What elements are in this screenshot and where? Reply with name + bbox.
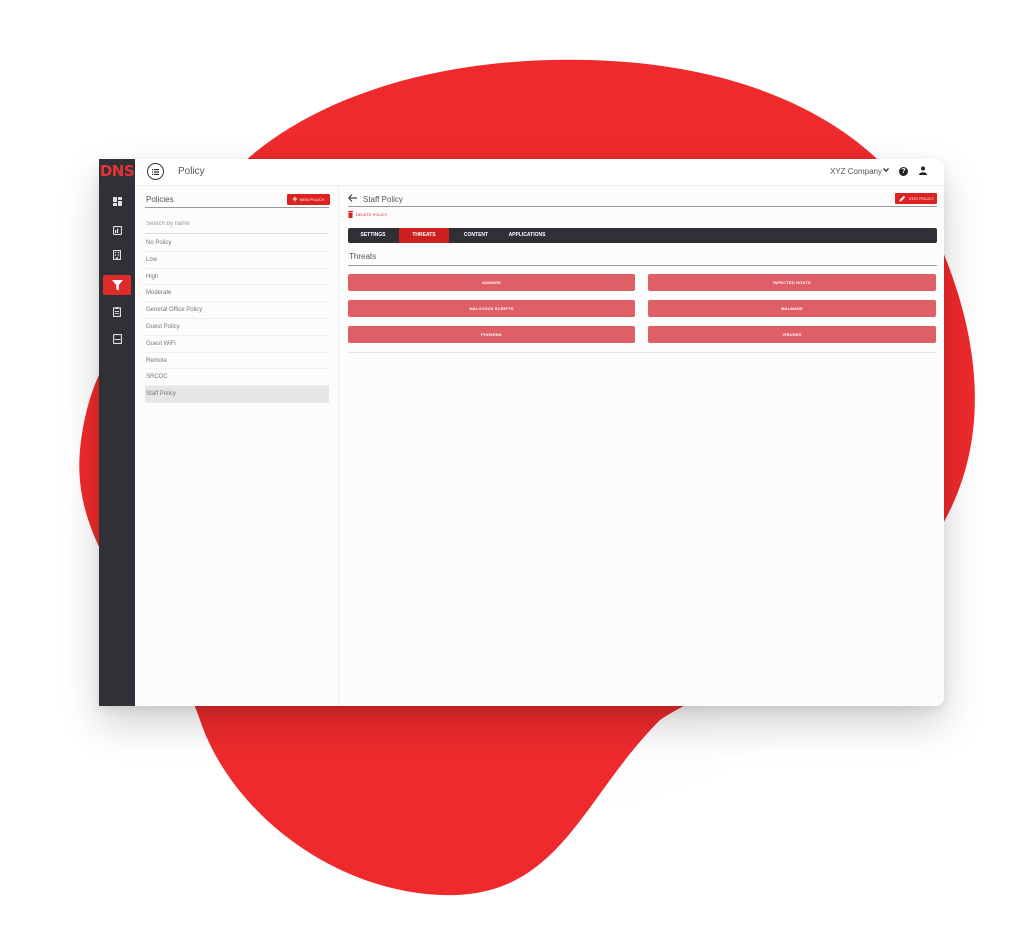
trash-icon [348,210,353,218]
page-title: Policy [178,166,205,177]
top-bar: Policy XYZ Company ? [135,159,944,186]
clipboard-icon[interactable] [103,302,131,322]
tab-bar: SETTINGS THREATS CONTENT APPLICATIONS [348,228,937,243]
policy-item[interactable]: SRCOC [145,369,329,387]
list-icon [152,168,159,175]
app-logo: DNS [99,162,135,180]
delete-policy-label: DELETE POLICY [356,211,388,217]
pencil-icon [899,195,906,202]
help-icon[interactable]: ? [899,167,908,176]
threat-adware-button[interactable]: ADWARE [348,274,635,291]
policy-item-selected[interactable]: Staff Policy [145,386,329,403]
threat-viruses-button[interactable]: VIRUSES [648,326,936,343]
divider [348,352,937,353]
policies-panel: Policies +NEW POLICY No Policy Low High … [135,186,339,706]
new-policy-button[interactable]: + NEW POLICY [287,194,330,205]
sidebar-rail: DNS [99,159,135,706]
back-arrow-icon[interactable] [348,194,357,202]
policies-title: Policies [146,195,174,204]
company-selector[interactable]: XYZ Company [830,167,882,176]
tab-content[interactable]: CONTENT [456,228,496,243]
filter-icon[interactable] [103,275,131,295]
policy-item[interactable]: Guest Policy [145,319,329,336]
edit-policy-label: EDIT POLICY [909,196,934,201]
policy-item[interactable]: General Office Policy [145,302,329,319]
delete-policy-button[interactable]: DELETE POLICY [348,210,387,218]
section-title: Threats [349,252,377,261]
detail-title: Staff Policy [363,195,403,204]
threat-infected-hosts-button[interactable]: INFECTED HOSTS [648,274,936,291]
server-icon[interactable] [103,329,131,349]
divider [145,207,329,208]
search-input[interactable] [146,218,330,230]
building-icon[interactable] [103,245,131,265]
threat-malicious-scripts-button[interactable]: MALICIOUS SCRIPTS [348,300,635,317]
reports-icon[interactable] [103,220,131,240]
policy-item[interactable]: Moderate [145,285,329,303]
new-policy-label: NEW POLICY [299,197,325,202]
policy-detail: Staff Policy EDIT POLICY DELETE POLICY S… [339,186,944,706]
dashboard-icon[interactable] [103,191,131,211]
menu-button[interactable] [147,163,164,180]
tab-threats[interactable]: THREATS [399,228,449,243]
app-window: DNS Policy XYZ Company ? Policies + NEW … [99,159,944,706]
edit-policy-button[interactable]: EDIT POLICY [895,193,937,204]
divider [348,265,937,266]
policy-item[interactable]: Remote [145,353,329,370]
tab-applications[interactable]: APPLICATIONS [502,228,552,243]
policy-item[interactable]: Guest WiFi [145,336,329,353]
policy-item[interactable]: High [145,269,329,286]
policy-item[interactable]: No Policy [145,235,329,252]
divider [145,233,329,234]
tab-settings[interactable]: SETTINGS [354,228,392,243]
divider [348,206,937,207]
policy-list: No Policy Low High Moderate General Offi… [145,235,329,403]
policy-item[interactable]: Low [145,252,329,269]
user-icon[interactable] [919,166,927,175]
plus-icon: + [292,194,298,204]
threat-malware-button[interactable]: MALWARE [648,300,936,317]
threat-phishing-button[interactable]: PHISHING [348,326,635,343]
chevron-down-icon[interactable] [883,167,889,173]
